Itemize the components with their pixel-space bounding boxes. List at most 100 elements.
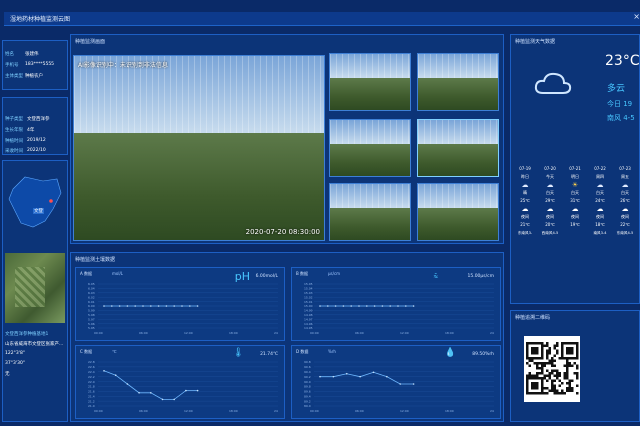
x-tick-label: 18:00 [445, 331, 454, 335]
camera-thumb-5[interactable] [329, 183, 411, 241]
data-point [185, 389, 187, 392]
main-camera-view[interactable]: AI影像识别中：未识别到非法信息 2020-07-20 08:30:00 [73, 55, 325, 241]
y-tick-label: 90.2 [304, 375, 311, 379]
y-tick-label: 90.8 [304, 360, 311, 364]
camera-thumb-2[interactable] [417, 53, 499, 111]
moon-icon: ☁ [596, 205, 604, 213]
map-panel: 文登 文登西洋参种植基地1 山东省威海市文登区张家产... 122°3'8" 3… [2, 160, 68, 422]
data-point [111, 305, 113, 307]
data-point [366, 305, 368, 307]
x-tick-label: 18:00 [229, 409, 238, 413]
forecast-name: 今天 [546, 174, 554, 179]
forecast-wind: 南风3-4 [593, 231, 607, 235]
x-tick-label: 12:00 [400, 409, 409, 413]
chart-a-unit: mol/L [112, 271, 124, 276]
y-tick-label: 21.4 [88, 394, 95, 398]
user-name: 张建伟 [25, 52, 39, 57]
map-marker-label: 文登 [33, 208, 44, 214]
forecast-date: 07-19 [519, 166, 531, 171]
forecast-sky: 晴 [523, 190, 527, 195]
y-tick-label: 90.4 [304, 370, 311, 374]
title-bar: 湿地药材种植监测云图 × [4, 12, 640, 26]
y-tick-label: 5.97 [88, 317, 95, 321]
y-tick-label: 22.0 [88, 380, 95, 384]
data-point [412, 383, 415, 385]
chart-b-name: B 数据 [296, 271, 309, 276]
forecast-name: 昨日 [521, 174, 529, 179]
y-tick-label: 14.96 [304, 322, 313, 326]
qr-code-icon[interactable] [524, 336, 580, 402]
data-point [334, 305, 337, 307]
x-tick-label: 06:00 [139, 409, 148, 413]
camera-thumb-4[interactable] [417, 119, 499, 177]
x-tick-label: 24:00 [274, 409, 278, 413]
soil-chart-b[interactable]: B 数据 μs/cm ⩯ 15.00μs/cm 15.05 15.04 15.03 1… [291, 267, 501, 341]
data-point [327, 305, 329, 307]
y-tick-label: 5.99 [88, 309, 95, 313]
y-tick-label: 90.6 [304, 365, 311, 369]
camera-thumb-1[interactable] [329, 53, 411, 111]
forecast-high: 24℃ [595, 198, 605, 203]
thermometer-icon: 🌡 [232, 348, 244, 358]
weather-icon: ☁ [596, 181, 604, 189]
moon-icon: ☁ [621, 205, 629, 213]
x-tick-label: 06:00 [139, 331, 148, 335]
forecast-sky: 白天 [596, 190, 604, 195]
crop-plant: 2019/12 [27, 138, 46, 143]
forecast-night: 夜间 [596, 214, 604, 219]
camera-title: 种植监测画面 [75, 39, 106, 45]
forecast-day: 07-19 昨日 ☁ 晴 25℃ ☁ 夜间 21℃ 东南风3- [515, 165, 535, 237]
soil-chart-d[interactable]: D 数据 %rh 💧 89.50%rh 90.8 90.6 90.4 90.2 90.0… [291, 345, 501, 419]
weather-icon: ☀ [571, 181, 579, 189]
data-point [345, 372, 348, 375]
y-tick-label: 14.98 [304, 313, 313, 317]
data-point [161, 398, 164, 401]
satellite-image[interactable] [5, 253, 65, 323]
y-tick-label: 15.04 [304, 287, 313, 291]
soil-chart-c[interactable]: C 数据 ℃ 🌡 21.74℃ 22.8 22.6 22.4 22.2 22.0 21.8… [75, 345, 285, 419]
forecast-date: 07-20 [544, 166, 556, 171]
forecast-high: 26℃ [620, 198, 630, 203]
y-tick-label: 89.8 [304, 385, 311, 389]
data-point [358, 305, 360, 307]
forecast-date: 07-22 [594, 166, 606, 171]
user-info-panel: 姓名 张建伟 手机号 183****5555 主体类型 种植农户 [2, 40, 68, 90]
data-point [412, 305, 415, 307]
crop-age: 4年 [27, 128, 35, 133]
forecast-wind: 东南风4-5 [616, 231, 634, 235]
data-point [173, 398, 175, 401]
crop-harvest: 2022/10 [27, 148, 46, 153]
y-tick-label: 14.95 [304, 326, 313, 330]
moon-icon: ☁ [571, 205, 579, 213]
data-point [157, 305, 160, 307]
camera-thumb-3[interactable] [329, 119, 411, 177]
forecast-name: 周四 [596, 174, 604, 179]
soil-chart-a[interactable]: A 数据 mol/L pH 6.00mol/L 6.05 6.04 6.03 6.02… [75, 267, 285, 341]
data-point [319, 305, 321, 307]
user-phone: 183****5555 [25, 62, 55, 67]
forecast-wind: 东南风3- [517, 231, 533, 235]
y-tick-label: 21.0 [88, 404, 95, 408]
y-tick-label: 90.0 [304, 380, 311, 384]
x-tick-label: 24:00 [490, 409, 494, 413]
camera-thumb-6[interactable] [417, 183, 499, 241]
close-icon[interactable]: × [633, 12, 640, 21]
forecast-high: 29℃ [545, 198, 555, 203]
forecast-night: 夜间 [521, 214, 529, 219]
soil-title: 种植监测土壤数据 [75, 257, 116, 263]
forecast-name: 明日 [571, 174, 579, 179]
y-tick-label: 6.01 [88, 300, 95, 304]
series-line [103, 370, 198, 400]
y-tick-label: 6.00 [88, 304, 95, 308]
app-title: 湿地药材种植监测云图 [10, 16, 71, 23]
x-tick-label: 18:00 [229, 331, 238, 335]
x-tick-label: 00:00 [94, 331, 103, 335]
forecast-low: 18℃ [595, 222, 605, 227]
china-map-icon[interactable] [5, 169, 65, 245]
forecast-low: 22℃ [620, 222, 630, 227]
location-marker-icon [49, 199, 53, 203]
crop-type-label: 种子类型 [5, 117, 23, 122]
current-temp: 23°C [605, 53, 640, 69]
y-tick-label: 15.01 [304, 300, 313, 304]
chart-a-value: 6.00mol/L [255, 274, 278, 279]
